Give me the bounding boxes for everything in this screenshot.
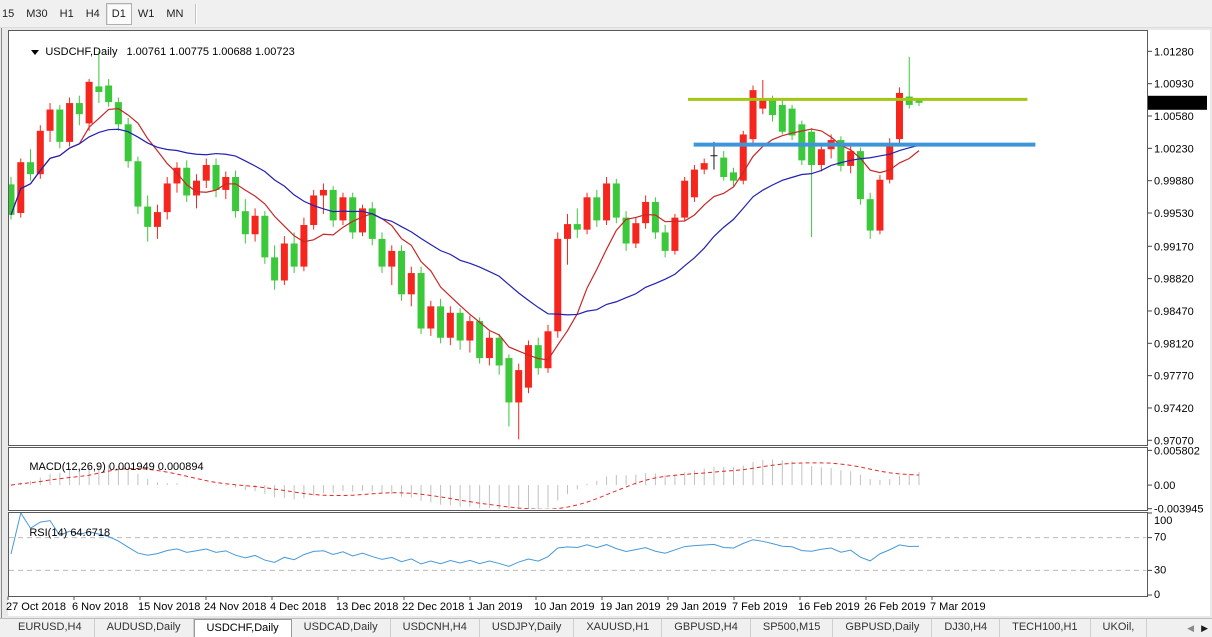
tab-dj30-h4[interactable]: DJ30,H4 (932, 619, 1000, 637)
tab-scroll-left-icon[interactable]: ◀ (1187, 622, 1194, 635)
chart-canvas[interactable]: 1.012801.009301.005801.002300.998800.995… (0, 28, 1212, 618)
timeframe-button-h4[interactable]: H4 (80, 3, 106, 25)
date-axis[interactable] (8, 597, 1148, 616)
tab-scroll-controls: ◀ ▶ (1187, 622, 1208, 635)
tab-sp500-m15[interactable]: SP500,M15 (751, 619, 833, 637)
timeframe-button-mn[interactable]: MN (160, 3, 189, 25)
tab-ukoil[interactable]: UKOil, (1091, 619, 1148, 637)
tab-gbpusd-h4[interactable]: GBPUSD,H4 (662, 619, 751, 637)
chart-window: 1.012801.009301.005801.002300.998800.995… (0, 28, 1212, 618)
tab-usdcad-daily[interactable]: USDCAD,Daily (292, 619, 391, 637)
timeframe-toolbar: 15M30H1H4D1W1MN (0, 0, 1212, 28)
price-axis[interactable] (1148, 28, 1212, 596)
timeframe-button-d1[interactable]: D1 (106, 3, 132, 25)
tab-audusd-daily[interactable]: AUDUSD,Daily (95, 619, 194, 637)
tab-tech100-h1[interactable]: TECH100,H1 (1000, 619, 1090, 637)
timeframe-button-h1[interactable]: H1 (54, 3, 80, 25)
tab-gbpusd-daily[interactable]: GBPUSD,Daily (833, 619, 932, 637)
tab-usdchf-daily[interactable]: USDCHF,Daily (194, 619, 292, 637)
tab-usdcnh-h4[interactable]: USDCNH,H4 (391, 619, 480, 637)
symbol-tabbar: EURUSD,H4AUDUSD,DailyUSDCHF,DailyUSDCAD,… (0, 618, 1212, 637)
timeframe-button-m30[interactable]: M30 (20, 3, 53, 25)
toolbar-separator (195, 4, 196, 24)
tab-usdjpy-daily[interactable]: USDJPY,Daily (480, 619, 575, 637)
timeframe-button-15[interactable]: 15 (0, 3, 20, 25)
tab-scroll-right-icon[interactable]: ▶ (1201, 622, 1208, 635)
tab-xauusd-h1[interactable]: XAUUSD,H1 (574, 619, 662, 637)
mt4-application: 15M30H1H4D1W1MN 1.012801.009301.005801.0… (0, 0, 1212, 637)
timeframe-button-w1[interactable]: W1 (132, 3, 161, 25)
tab-eurusd-h4[interactable]: EURUSD,H4 (6, 619, 95, 637)
